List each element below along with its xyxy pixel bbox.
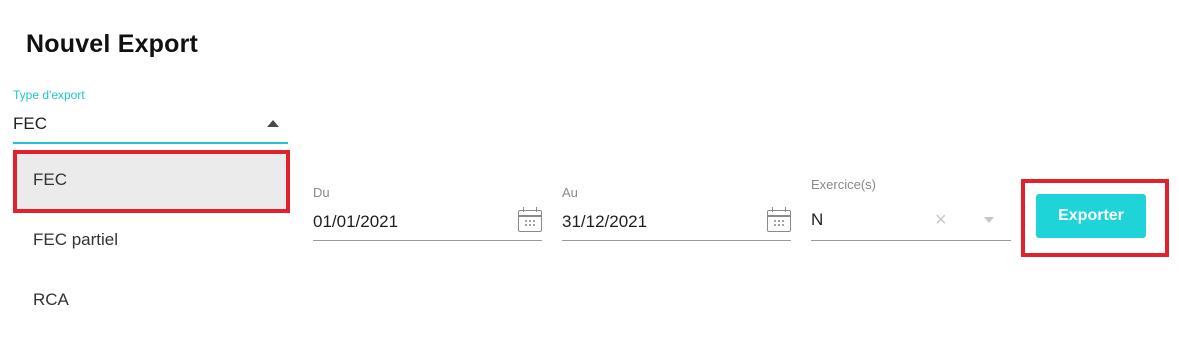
exercices-label: Exercice(s) [811,177,877,192]
dropdown-option-rca[interactable]: RCA [13,270,290,330]
dropdown-option-fec-partiel[interactable]: FEC partiel [13,210,290,270]
date-to-underline [562,240,791,241]
date-to-label: Au [562,185,578,200]
date-from-field[interactable]: Du 01/01/2021 [313,185,542,241]
dropdown-option-label: FEC partiel [33,230,119,249]
date-to-field[interactable]: Au 31/12/2021 [562,185,791,241]
date-from-label: Du [313,185,330,200]
date-from-value[interactable]: 01/01/2021 [313,212,398,232]
type-export-dropdown: FEC FEC partiel RCA [13,150,290,330]
date-to-value[interactable]: 31/12/2021 [562,212,647,232]
clear-icon[interactable]: × [935,210,947,230]
page-title: Nouvel Export [26,30,199,58]
export-button[interactable]: Exporter [1036,194,1146,238]
chevron-up-icon[interactable] [267,120,279,127]
exercices-select[interactable]: Exercice(s) N × [811,177,1011,241]
type-export-value[interactable]: FEC [13,114,47,134]
exercices-value[interactable]: N [811,210,823,230]
calendar-icon[interactable] [767,207,791,232]
dropdown-option-fec[interactable]: FEC [13,150,290,210]
exercices-underline [811,240,1011,241]
calendar-icon[interactable] [518,207,542,232]
type-export-select[interactable]: Type d'export FEC [13,86,288,144]
date-from-underline [313,240,542,241]
type-export-label: Type d'export [13,88,85,102]
dropdown-option-label: RCA [33,290,69,309]
chevron-down-icon[interactable] [984,217,994,223]
dropdown-option-label: FEC [33,170,67,189]
